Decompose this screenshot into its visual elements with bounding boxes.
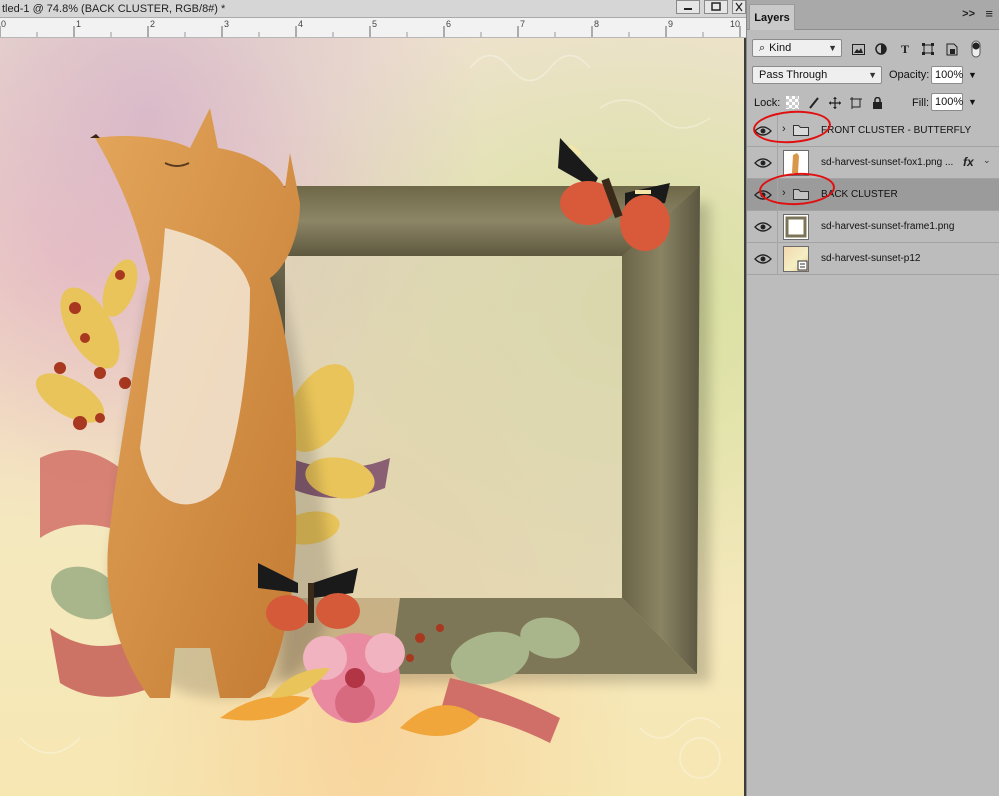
- minimize-button[interactable]: [676, 0, 700, 14]
- lock-position-icon[interactable]: [828, 96, 841, 109]
- search-icon: ⌕: [759, 41, 766, 54]
- opacity-input[interactable]: 100%: [931, 66, 963, 84]
- blend-mode-value: Pass Through: [759, 69, 828, 81]
- filter-shape-layers-icon[interactable]: [921, 42, 935, 56]
- opacity-chevron-icon[interactable]: ▼: [968, 70, 977, 80]
- layer-thumbnail: [783, 246, 809, 272]
- filter-toggle-switch[interactable]: [969, 40, 983, 58]
- layer-thumbnail: [783, 214, 809, 240]
- frame-thumbnail-icon: [785, 216, 807, 238]
- ruler-label: 8: [594, 19, 600, 29]
- layer-row-frame[interactable]: sd-harvest-sunset-frame1.png: [747, 211, 999, 243]
- ruler-label: 1: [76, 19, 82, 29]
- filter-pixel-layers-icon[interactable]: [851, 42, 865, 56]
- collapse-panel-button[interactable]: >>: [962, 8, 975, 20]
- divider: [777, 147, 778, 179]
- ruler-label: 5: [372, 19, 378, 29]
- layers-panel: Layers >> ≡ ⌕ Kind ▼ T Pass Through ▼ Op…: [746, 0, 999, 796]
- fox-thumbnail-icon: [792, 153, 799, 173]
- smart-object-icon: [797, 260, 808, 271]
- opacity-label: Opacity:: [889, 69, 930, 81]
- eye-icon[interactable]: [754, 220, 772, 234]
- filter-smart-objects-icon[interactable]: [945, 42, 959, 56]
- blend-mode-dropdown[interactable]: Pass Through ▼: [752, 66, 882, 84]
- fill-value: 100%: [935, 96, 964, 108]
- filter-type-layers-icon[interactable]: T: [898, 42, 912, 56]
- fill-input[interactable]: 100%: [931, 93, 963, 111]
- opacity-value: 100%: [935, 69, 964, 81]
- photoshop-window: tled-1 @ 74.8% (BACK CLUSTER, RGB/8#) * …: [0, 0, 999, 796]
- filter-adjustment-layers-icon[interactable]: [874, 42, 888, 56]
- ruler-label: 6: [446, 19, 452, 29]
- maximize-button[interactable]: [704, 0, 728, 14]
- layer-name: sd-harvest-sunset-p12: [821, 253, 921, 264]
- layer-row-paper[interactable]: sd-harvest-sunset-p12: [747, 243, 999, 275]
- chevron-down-icon: ▼: [868, 70, 877, 80]
- close-button[interactable]: [732, 0, 746, 14]
- ruler-label: 10: [730, 19, 741, 29]
- ruler-label: 4: [298, 19, 304, 29]
- divider: [777, 211, 778, 243]
- ruler-label: 0: [1, 19, 7, 29]
- fill-chevron-icon[interactable]: ▼: [968, 97, 977, 107]
- chevron-down-icon[interactable]: ⌄: [983, 155, 991, 166]
- document-tab[interactable]: tled-1 @ 74.8% (BACK CLUSTER, RGB/8#) *: [0, 0, 746, 18]
- lock-artboard-icon[interactable]: [849, 96, 862, 109]
- panel-tab-bar: Layers >> ≡: [747, 0, 999, 30]
- layer-name: sd-harvest-sunset-fox1.png ...: [821, 157, 954, 168]
- chevron-down-icon: ▼: [828, 43, 837, 53]
- panel-menu-icon[interactable]: ≡: [985, 6, 993, 21]
- horizontal-ruler[interactable]: 0 1 2 3 4 5 6 7 8 9 10: [0, 18, 746, 38]
- ruler-label: 7: [520, 19, 526, 29]
- close-icon: [735, 2, 743, 12]
- minimize-icon: [684, 8, 692, 10]
- lock-all-icon[interactable]: [871, 96, 884, 109]
- lock-transparent-pixels-icon[interactable]: [786, 96, 799, 109]
- maximize-icon: [711, 2, 721, 11]
- lock-label: Lock:: [754, 97, 781, 109]
- eye-icon[interactable]: [754, 252, 772, 266]
- fill-label: Fill:: [912, 97, 930, 109]
- ruler-label: 9: [668, 19, 674, 29]
- filter-kind-dropdown[interactable]: ⌕ Kind ▼: [752, 39, 842, 57]
- ruler-label: 2: [150, 19, 156, 29]
- lock-image-pixels-icon[interactable]: [807, 96, 820, 109]
- eye-icon[interactable]: [754, 156, 772, 170]
- divider: [777, 243, 778, 275]
- layer-name: sd-harvest-sunset-frame1.png: [821, 221, 955, 232]
- layer-name: FRONT CLUSTER - BUTTERFLY: [821, 125, 972, 136]
- tab-layers[interactable]: Layers: [749, 4, 795, 30]
- document-title: tled-1 @ 74.8% (BACK CLUSTER, RGB/8#) *: [2, 2, 226, 15]
- layer-effects-icon[interactable]: fx: [963, 155, 974, 169]
- document-canvas[interactable]: [0, 38, 744, 796]
- artwork-illustration: [19, 54, 721, 779]
- ruler-label: 3: [224, 19, 230, 29]
- filter-kind-label: Kind: [769, 42, 792, 54]
